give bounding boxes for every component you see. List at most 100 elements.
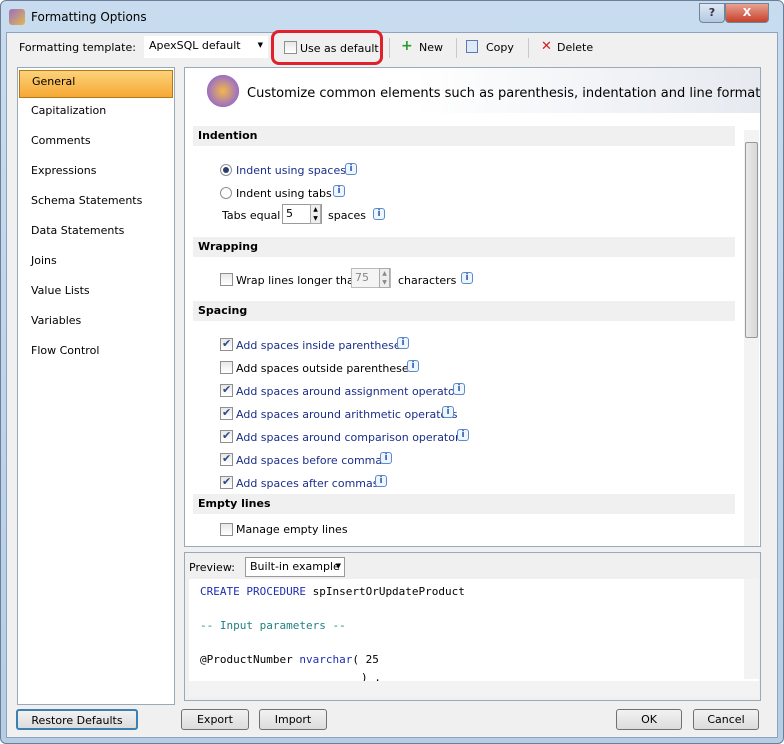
spacing-label: Add spaces around comparison operators bbox=[236, 431, 466, 444]
toolbar-separator bbox=[389, 38, 390, 58]
restore-defaults-button[interactable]: Restore Defaults bbox=[16, 709, 138, 730]
new-button[interactable]: New bbox=[419, 41, 443, 54]
info-icon[interactable]: i bbox=[407, 360, 419, 372]
toolbar-separator bbox=[456, 38, 457, 58]
code-text: @ProductNumber bbox=[200, 653, 300, 666]
nav-data-statements[interactable]: Data Statements bbox=[19, 220, 173, 248]
spacing-checkbox[interactable] bbox=[220, 337, 233, 351]
preview-source-select[interactable]: Built-in example ▼ bbox=[245, 557, 345, 577]
spacing-checkbox[interactable] bbox=[220, 475, 233, 489]
options-panel: Customize common elements such as parent… bbox=[184, 67, 761, 547]
template-label: Formatting template: bbox=[19, 41, 136, 54]
delete-icon: ✕ bbox=[541, 39, 552, 54]
use-default-checkbox[interactable] bbox=[284, 41, 297, 54]
scrollbar-thumb[interactable] bbox=[745, 142, 758, 338]
chevron-down-icon: ▼ bbox=[257, 41, 263, 49]
spacing-label: Add spaces inside parentheses bbox=[236, 339, 407, 352]
cancel-button[interactable]: Cancel bbox=[693, 709, 759, 730]
section-wrapping: Wrapping bbox=[193, 237, 735, 257]
template-value: ApexSQL default bbox=[149, 39, 241, 52]
nav-comments[interactable]: Comments bbox=[19, 130, 173, 158]
import-button[interactable]: Import bbox=[259, 709, 327, 730]
section-empty-lines: Empty lines bbox=[193, 494, 735, 514]
info-icon[interactable]: i bbox=[380, 452, 392, 464]
nav-variables[interactable]: Variables bbox=[19, 310, 173, 338]
nav-general[interactable]: General bbox=[19, 70, 173, 98]
nav-value-lists[interactable]: Value Lists bbox=[19, 280, 173, 308]
spinner-icon[interactable]: ▲ ▼ bbox=[310, 204, 321, 224]
toolbar-separator bbox=[528, 38, 529, 58]
code-text: ( 25 bbox=[352, 653, 379, 666]
code-comment: -- Input parameters -- bbox=[200, 619, 346, 632]
manage-empty-lines-label: Manage empty lines bbox=[236, 523, 348, 536]
template-select[interactable]: ApexSQL default ▼ bbox=[144, 36, 268, 58]
tabs-stepper[interactable]: 5 ▲ ▼ bbox=[282, 204, 322, 224]
spacing-label: Add spaces before commas bbox=[236, 454, 388, 467]
chevron-down-icon: ▼ bbox=[335, 562, 341, 570]
use-default-label: Use as default bbox=[300, 42, 379, 55]
preview-code: CREATE PROCEDURE spInsertOrUpdateProduct… bbox=[189, 579, 759, 697]
info-icon[interactable]: i bbox=[375, 475, 387, 487]
app-icon bbox=[9, 9, 25, 25]
spacing-label: Add spaces after commas bbox=[236, 477, 379, 490]
spacing-label: Add spaces around arithmetic operators bbox=[236, 408, 458, 421]
nav-joins[interactable]: Joins bbox=[19, 250, 173, 278]
section-indention: Indention bbox=[193, 126, 735, 146]
info-icon[interactable]: i bbox=[397, 337, 409, 349]
preview-label: Preview: bbox=[189, 561, 235, 574]
info-icon[interactable]: i bbox=[457, 429, 469, 441]
spacing-label: Add spaces outside parentheses bbox=[236, 362, 415, 375]
window-title: Formatting Options bbox=[31, 10, 147, 24]
preview-horizontal-scrollbar[interactable] bbox=[189, 681, 759, 697]
spacing-checkbox[interactable] bbox=[220, 452, 233, 466]
info-icon[interactable]: i bbox=[345, 163, 357, 175]
info-icon[interactable]: i bbox=[333, 185, 345, 197]
preview-pane: Preview: Built-in example ▼ CREATE PROCED… bbox=[184, 552, 761, 701]
section-spacing: Spacing bbox=[193, 301, 735, 321]
wrap-stepper[interactable]: 75 ▲ ▼ bbox=[351, 268, 391, 288]
wrap-value: 75 bbox=[355, 271, 369, 284]
spacing-checkbox[interactable] bbox=[220, 406, 233, 420]
nav-expressions[interactable]: Expressions bbox=[19, 160, 173, 188]
preview-source-value: Built-in example bbox=[250, 560, 340, 573]
vertical-scrollbar[interactable] bbox=[744, 130, 759, 546]
characters-label: characters bbox=[398, 274, 457, 287]
copy-button[interactable]: Copy bbox=[486, 41, 514, 54]
banner: Customize common elements such as parent… bbox=[185, 68, 760, 113]
info-icon[interactable]: i bbox=[453, 383, 465, 395]
indent-tabs-radio[interactable] bbox=[220, 187, 232, 199]
close-button[interactable]: X bbox=[725, 3, 769, 23]
nav-capitalization[interactable]: Capitalization bbox=[19, 100, 173, 128]
nav-flow-control[interactable]: Flow Control bbox=[19, 340, 173, 368]
spacing-label: Add spaces around assignment operators bbox=[236, 385, 465, 398]
preview-vertical-scrollbar[interactable] bbox=[744, 579, 759, 679]
info-icon[interactable]: i bbox=[461, 272, 473, 284]
category-list: General Capitalization Comments Expressi… bbox=[17, 67, 175, 705]
indent-spaces-radio[interactable] bbox=[220, 164, 232, 176]
info-icon[interactable]: i bbox=[442, 406, 454, 418]
delete-button[interactable]: Delete bbox=[557, 41, 593, 54]
code-text: spInsertOrUpdateProduct bbox=[305, 585, 465, 598]
wrap-lines-label: Wrap lines longer than bbox=[236, 274, 361, 287]
spinner-icon[interactable]: ▲ ▼ bbox=[379, 268, 390, 288]
indent-tabs-label: Indent using tabs bbox=[236, 187, 332, 200]
spaces-unit-label: spaces bbox=[328, 209, 367, 222]
tabs-equal-label: Tabs equal bbox=[222, 209, 281, 222]
indent-spaces-label: Indent using spaces bbox=[236, 164, 346, 177]
help-button[interactable]: ? bbox=[699, 3, 725, 23]
code-keyword: CREATE PROCEDURE bbox=[200, 585, 306, 598]
plus-icon: + bbox=[401, 38, 413, 54]
spacing-checkbox[interactable] bbox=[220, 361, 233, 374]
ok-button[interactable]: OK bbox=[616, 709, 682, 730]
tools-icon bbox=[207, 75, 239, 107]
copy-icon bbox=[466, 40, 478, 53]
spacing-checkbox[interactable] bbox=[220, 429, 233, 443]
wrap-lines-checkbox[interactable] bbox=[220, 273, 233, 286]
info-icon[interactable]: i bbox=[373, 208, 385, 220]
export-button[interactable]: Export bbox=[181, 709, 249, 730]
code-keyword: nvarchar bbox=[299, 653, 353, 666]
nav-schema-statements[interactable]: Schema Statements bbox=[19, 190, 173, 218]
manage-empty-lines-checkbox[interactable] bbox=[220, 523, 233, 536]
tabs-value: 5 bbox=[286, 207, 293, 220]
spacing-checkbox[interactable] bbox=[220, 383, 233, 397]
